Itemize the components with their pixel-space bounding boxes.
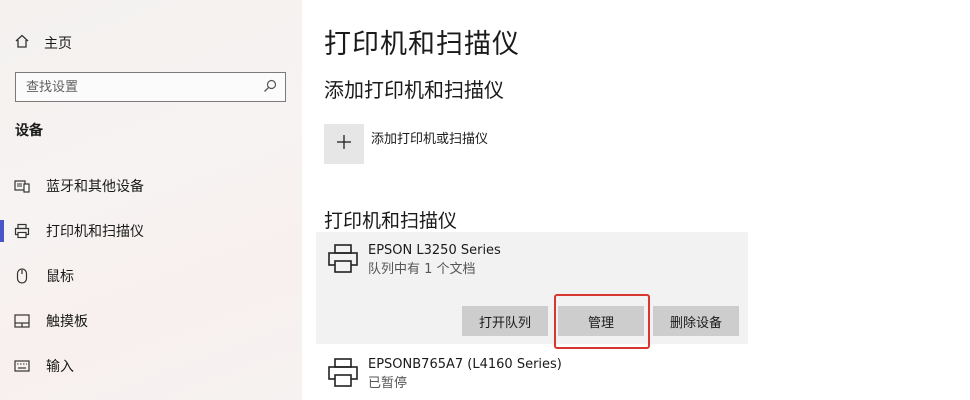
manage-button[interactable]: 管理 [558,306,644,336]
sidebar: 主页 设备 蓝牙和其他设备 打印机和扫描仪 鼠标 触摸板 [0,0,302,400]
remove-device-button[interactable]: 删除设备 [653,306,739,336]
printer-status: 队列中有 1 个文档 [368,262,476,277]
printers-list-title: 打印机和扫描仪 [324,210,458,232]
printer-icon [14,223,30,239]
printer-status: 已暂停 [368,376,408,391]
sidebar-item-label: 蓝牙和其他设备 [46,179,144,195]
add-printer-label: 添加打印机或扫描仪 [371,132,489,147]
keyboard-icon [14,358,30,374]
add-printer-button[interactable]: 添加打印机或扫描仪 [324,124,488,164]
sidebar-item-label: 打印机和扫描仪 [46,224,144,240]
settings-search-input[interactable] [26,79,246,95]
mouse-icon [14,268,30,284]
printer-icon [326,356,360,390]
sidebar-item-typing[interactable]: 输入 [0,349,302,383]
printer-name: EPSONB765A7 (L4160 Series) [368,357,562,372]
sidebar-item-touchpad[interactable]: 触摸板 [0,304,302,338]
settings-search-box[interactable] [15,72,286,102]
printer-icon [326,242,360,276]
main-content: 打印机和扫描仪 添加打印机和扫描仪 添加打印机或扫描仪 打印机和扫描仪 EPSO… [302,0,970,400]
sidebar-item-bluetooth[interactable]: 蓝牙和其他设备 [0,169,302,203]
sidebar-item-printers[interactable]: 打印机和扫描仪 [0,214,302,248]
add-section-title: 添加打印机和扫描仪 [324,78,504,102]
open-queue-button[interactable]: 打开队列 [462,306,548,336]
plus-icon [336,134,352,154]
sidebar-item-label: 鼠标 [46,269,74,285]
bluetooth-devices-icon [14,178,30,194]
add-tile[interactable] [324,124,364,164]
home-nav-item[interactable]: 主页 [14,30,72,56]
sidebar-item-mouse[interactable]: 鼠标 [0,259,302,293]
touchpad-icon [14,313,30,329]
devices-section-title: 设备 [15,123,43,139]
printer-item-expanded[interactable]: EPSON L3250 Series 队列中有 1 个文档 打开队列 管理 删除… [316,232,748,344]
printer-row[interactable]: EPSON L3250 Series 队列中有 1 个文档 [326,242,501,280]
printer-name: EPSON L3250 Series [368,243,501,258]
home-icon [14,33,30,53]
printer-row[interactable]: EPSONB765A7 (L4160 Series) 已暂停 [326,356,562,394]
page-title: 打印机和扫描仪 [324,29,520,60]
search-icon[interactable] [263,78,277,97]
sidebar-item-label: 输入 [46,359,74,375]
sidebar-item-label: 触摸板 [46,314,88,330]
home-label: 主页 [44,36,72,52]
